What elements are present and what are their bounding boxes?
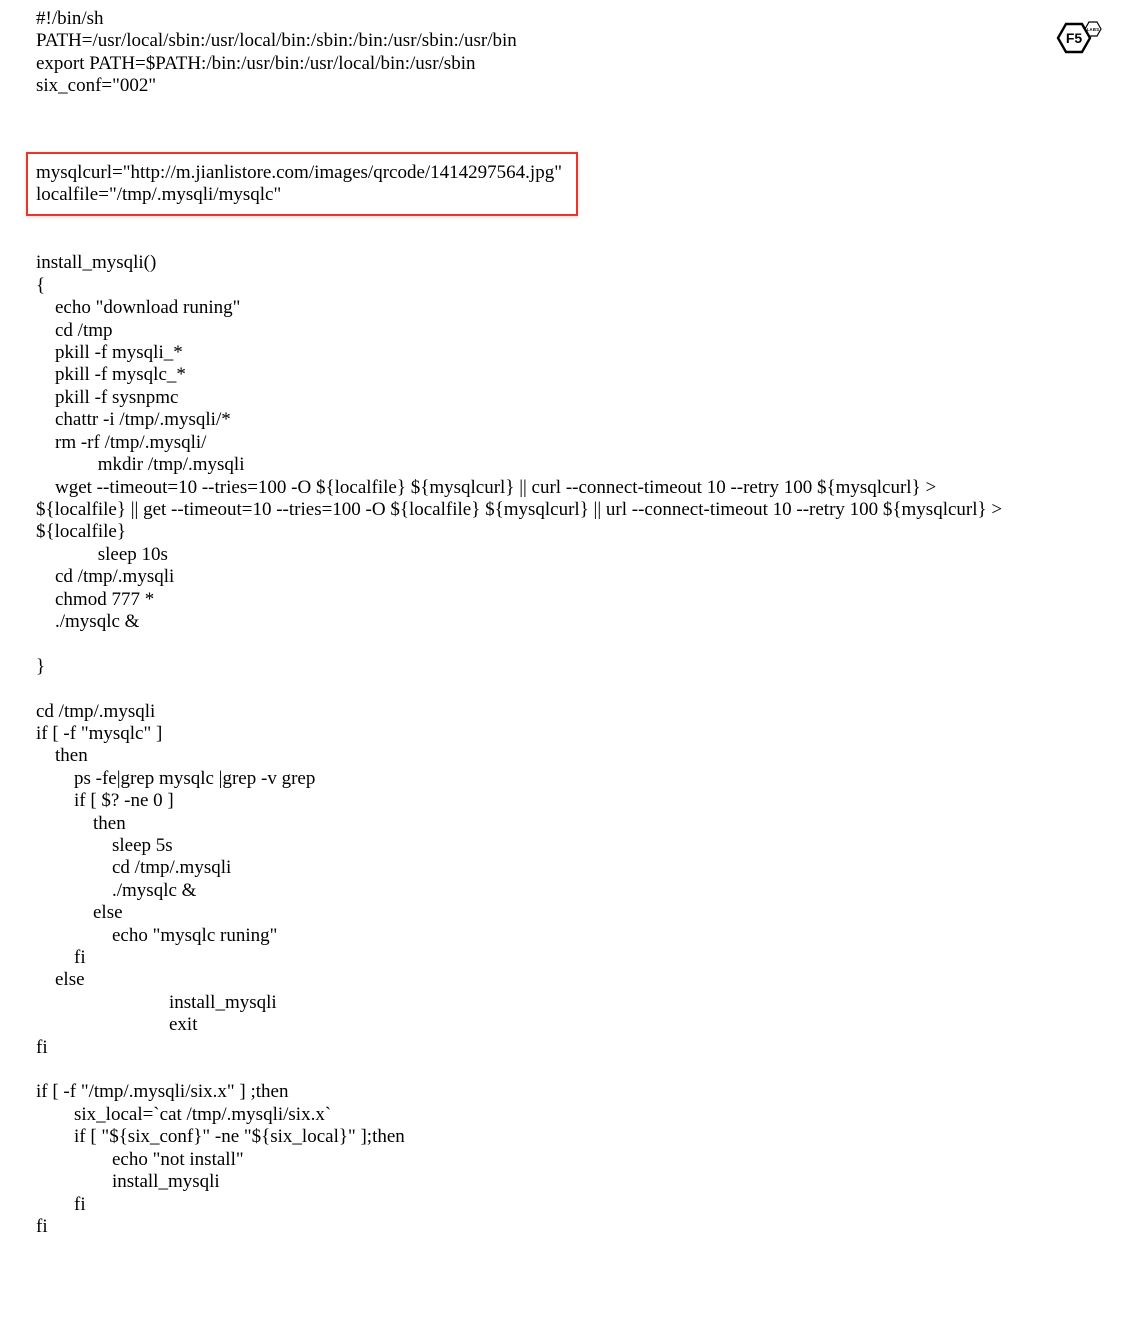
document-page: F5 LABS #!/bin/sh PATH=/usr/local/sbin:/…: [0, 0, 1144, 1278]
spacer: [36, 98, 1116, 152]
code-header: #!/bin/sh PATH=/usr/local/sbin:/usr/loca…: [36, 8, 1116, 98]
highlighted-code-box: mysqlcurl="http://m.jianlistore.com/imag…: [26, 152, 578, 217]
f5-labs-text: LABS: [1087, 27, 1100, 32]
code-body: install_mysqli() { echo "download runing…: [36, 252, 1116, 1238]
f5-labs-watermark: F5 LABS: [1044, 20, 1106, 78]
f5-labs-icon: F5 LABS: [1044, 20, 1106, 72]
code-highlight: mysqlcurl="http://m.jianlistore.com/imag…: [36, 162, 562, 207]
f5-brand-text: F5: [1066, 30, 1083, 46]
